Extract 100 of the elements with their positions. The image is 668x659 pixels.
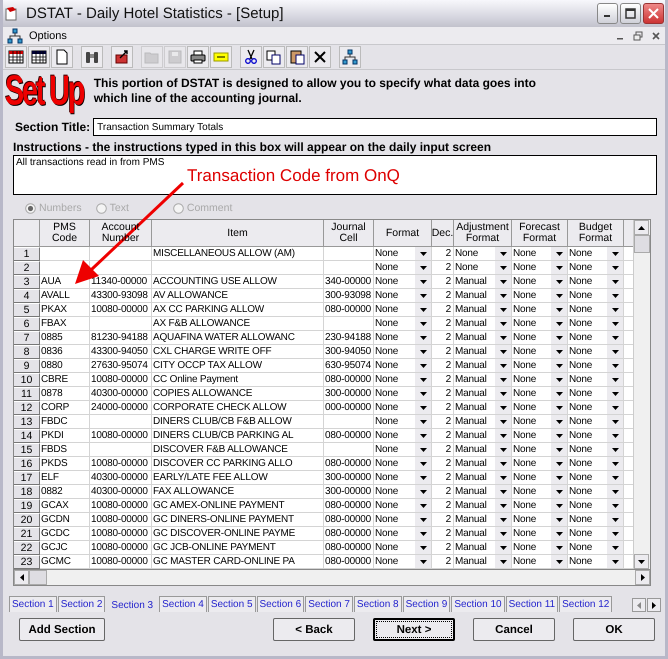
format-dropdown[interactable]: Manual xyxy=(454,485,512,499)
format-dropdown[interactable]: None xyxy=(568,401,624,415)
format-dropdown[interactable]: None xyxy=(374,401,432,415)
format-dropdown[interactable]: None xyxy=(512,401,568,415)
dialog-button[interactable]: Add Section xyxy=(19,618,105,641)
section-tab[interactable]: Section 2 xyxy=(58,596,106,612)
toolbar-button[interactable] xyxy=(111,46,133,68)
options-menu[interactable]: Options xyxy=(29,30,67,42)
format-dropdown[interactable]: None xyxy=(374,513,432,527)
format-dropdown[interactable]: Manual xyxy=(454,429,512,443)
format-dropdown[interactable]: None xyxy=(374,499,432,513)
format-dropdown[interactable]: Manual xyxy=(454,275,512,289)
format-dropdown[interactable]: None xyxy=(568,485,624,499)
format-dropdown[interactable]: None xyxy=(374,275,432,289)
delete-button[interactable] xyxy=(309,46,331,68)
dialog-button[interactable]: Cancel xyxy=(473,618,555,641)
minimize-button[interactable] xyxy=(597,3,618,24)
section-tab[interactable]: Section 10 xyxy=(451,596,505,612)
maximize-button[interactable] xyxy=(620,3,641,24)
format-dropdown[interactable]: None xyxy=(568,499,624,513)
format-dropdown[interactable]: None xyxy=(512,457,568,471)
toolbar-button[interactable] xyxy=(28,46,50,68)
format-dropdown[interactable]: None xyxy=(568,527,624,541)
format-dropdown[interactable]: Manual xyxy=(454,555,512,569)
format-dropdown[interactable]: None xyxy=(512,513,568,527)
format-dropdown[interactable]: Manual xyxy=(454,499,512,513)
format-dropdown[interactable]: None xyxy=(568,289,624,303)
format-dropdown[interactable]: Manual xyxy=(454,303,512,317)
format-dropdown[interactable]: None xyxy=(568,261,624,275)
format-dropdown[interactable]: Manual xyxy=(454,289,512,303)
format-dropdown[interactable]: None xyxy=(374,261,432,275)
format-dropdown[interactable]: None xyxy=(568,387,624,401)
format-dropdown[interactable]: Manual xyxy=(454,387,512,401)
format-dropdown[interactable]: None xyxy=(374,541,432,555)
format-dropdown[interactable]: None xyxy=(512,485,568,499)
dialog-button[interactable]: Next > xyxy=(373,618,455,641)
section-tab[interactable]: Section 6 xyxy=(256,596,304,612)
format-dropdown[interactable]: None xyxy=(512,317,568,331)
section-tab[interactable]: Section 11 xyxy=(506,596,558,612)
section-tab[interactable]: Section 8 xyxy=(354,596,402,612)
format-dropdown[interactable]: None xyxy=(568,443,624,457)
format-dropdown[interactable]: None xyxy=(512,345,568,359)
format-dropdown[interactable]: None xyxy=(374,457,432,471)
format-dropdown[interactable]: None xyxy=(374,331,432,345)
format-dropdown[interactable]: None xyxy=(374,247,432,261)
format-dropdown[interactable]: None xyxy=(568,541,624,555)
format-dropdown[interactable]: None xyxy=(512,541,568,555)
scrollbar-thumb[interactable] xyxy=(634,235,650,253)
section-tab[interactable]: Section 4 xyxy=(159,596,207,612)
format-dropdown[interactable]: Manual xyxy=(454,317,512,331)
format-dropdown[interactable]: None xyxy=(512,429,568,443)
format-dropdown[interactable]: Manual xyxy=(454,541,512,555)
format-dropdown[interactable]: None xyxy=(512,443,568,457)
format-dropdown[interactable]: None xyxy=(512,471,568,485)
format-dropdown[interactable]: None xyxy=(374,387,432,401)
dialog-button[interactable]: OK xyxy=(573,618,655,641)
format-dropdown[interactable]: Manual xyxy=(454,401,512,415)
section-tab[interactable]: Section 5 xyxy=(208,596,256,612)
section-tab[interactable]: Section 12 xyxy=(559,596,612,612)
format-dropdown[interactable]: None xyxy=(512,527,568,541)
format-dropdown[interactable]: None xyxy=(454,261,512,275)
format-dropdown[interactable]: None xyxy=(568,345,624,359)
format-dropdown[interactable]: None xyxy=(454,247,512,261)
format-dropdown[interactable]: None xyxy=(568,275,624,289)
format-dropdown[interactable]: None xyxy=(512,289,568,303)
section-tab[interactable]: Section 9 xyxy=(402,596,450,612)
format-dropdown[interactable]: Manual xyxy=(454,513,512,527)
format-dropdown[interactable]: None xyxy=(374,303,432,317)
format-dropdown[interactable]: None xyxy=(568,303,624,317)
format-dropdown[interactable]: Manual xyxy=(454,373,512,387)
format-dropdown[interactable]: None xyxy=(568,415,624,429)
format-dropdown[interactable]: None xyxy=(568,359,624,373)
format-dropdown[interactable]: None xyxy=(512,555,568,569)
format-dropdown[interactable]: Manual xyxy=(454,331,512,345)
vertical-scrollbar[interactable] xyxy=(633,220,650,569)
format-dropdown[interactable]: None xyxy=(512,261,568,275)
format-dropdown[interactable]: None xyxy=(374,527,432,541)
format-dropdown[interactable]: None xyxy=(374,373,432,387)
format-dropdown[interactable]: None xyxy=(512,247,568,261)
format-dropdown[interactable]: Manual xyxy=(454,415,512,429)
format-dropdown[interactable]: None xyxy=(512,275,568,289)
format-dropdown[interactable]: None xyxy=(568,373,624,387)
format-dropdown[interactable]: None xyxy=(374,471,432,485)
format-dropdown[interactable]: None xyxy=(568,247,624,261)
print-button[interactable] xyxy=(187,46,209,68)
section-title-field[interactable]: Transaction Summary Totals xyxy=(93,118,657,136)
format-dropdown[interactable]: Manual xyxy=(454,471,512,485)
format-dropdown[interactable]: None xyxy=(568,429,624,443)
format-dropdown[interactable]: None xyxy=(512,359,568,373)
section-tab[interactable]: Section 7 xyxy=(305,596,353,612)
close-icon[interactable] xyxy=(651,30,661,40)
format-dropdown[interactable]: None xyxy=(512,387,568,401)
format-dropdown[interactable]: None xyxy=(568,331,624,345)
toolbar-button[interactable] xyxy=(339,46,361,68)
format-dropdown[interactable]: Manual xyxy=(454,457,512,471)
copy-button[interactable] xyxy=(263,46,285,68)
format-dropdown[interactable]: Manual xyxy=(454,443,512,457)
format-dropdown[interactable]: None xyxy=(374,345,432,359)
format-dropdown[interactable]: Manual xyxy=(454,527,512,541)
cut-button[interactable] xyxy=(240,46,262,68)
